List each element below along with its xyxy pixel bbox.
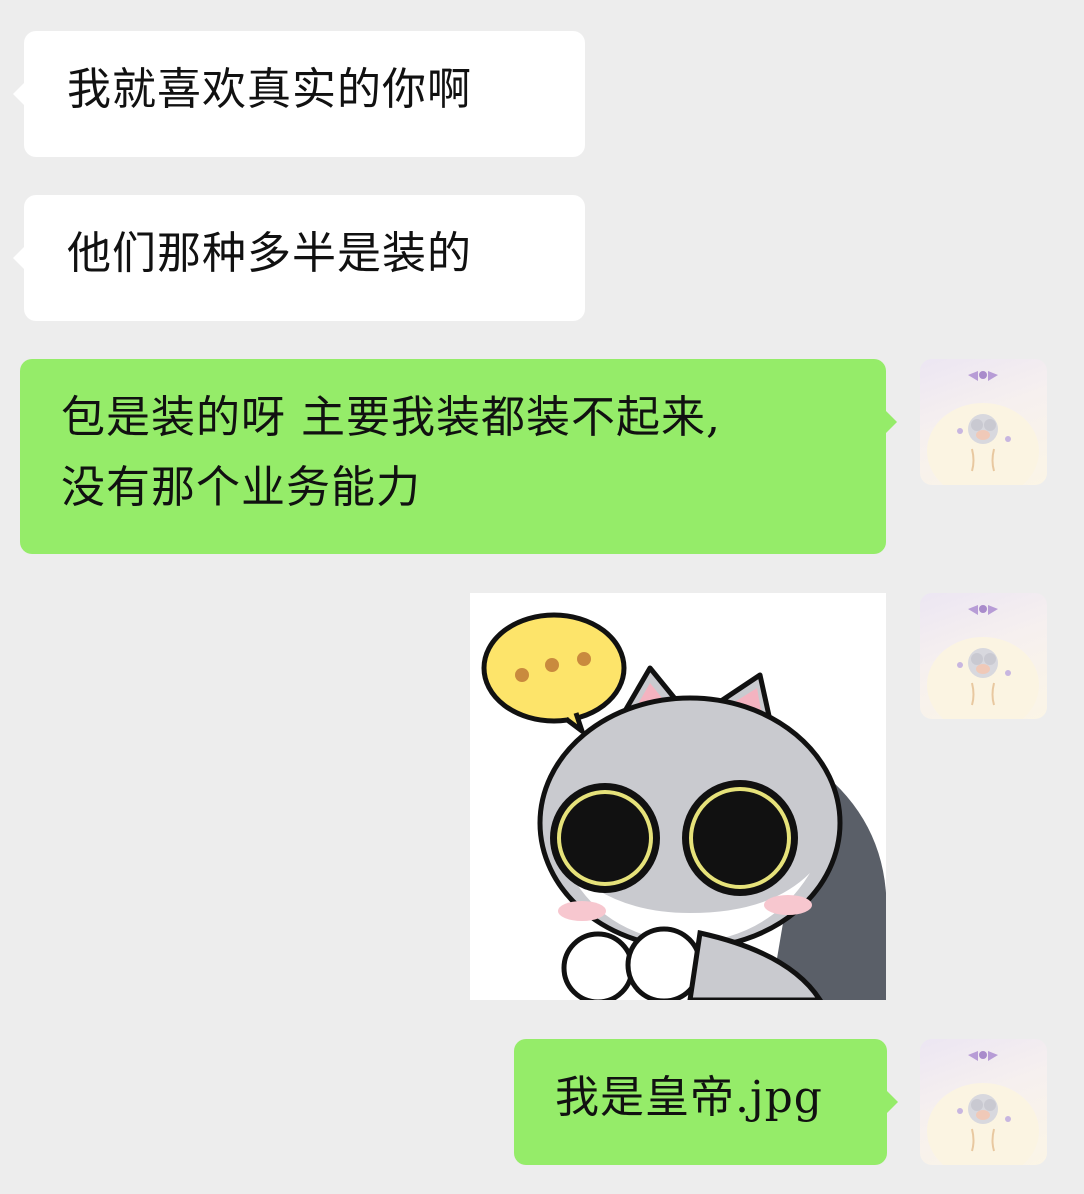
outgoing-message-bubble[interactable]: 包是装的呀 主要我装都装不起来, 没有那个业务能力 bbox=[20, 359, 897, 554]
message-text: 他们那种多半是装的 bbox=[67, 228, 472, 279]
message-text: 我是皇帝.jpg bbox=[555, 1072, 823, 1123]
user-avatar[interactable] bbox=[920, 593, 1047, 719]
bubble-tail bbox=[13, 83, 24, 105]
message-text: 我就喜欢真实的你啊 bbox=[67, 64, 472, 115]
message-text-line-2: 没有那个业务能力 bbox=[61, 462, 421, 513]
user-avatar[interactable] bbox=[920, 359, 1047, 485]
bubble-tail bbox=[13, 247, 24, 269]
outgoing-message-bubble[interactable]: 我是皇帝.jpg bbox=[514, 1039, 898, 1165]
incoming-message-bubble[interactable]: 他们那种多半是装的 bbox=[13, 195, 585, 321]
message-text-line-1: 包是装的呀 主要我装都装不起来, bbox=[61, 392, 721, 443]
incoming-message-bubble[interactable]: 我就喜欢真实的你啊 bbox=[13, 31, 585, 157]
bubble-tail bbox=[887, 1091, 898, 1113]
cat-sticker-icon[interactable] bbox=[470, 593, 886, 1000]
user-avatar[interactable] bbox=[920, 1039, 1047, 1165]
bubble-tail bbox=[886, 411, 897, 433]
